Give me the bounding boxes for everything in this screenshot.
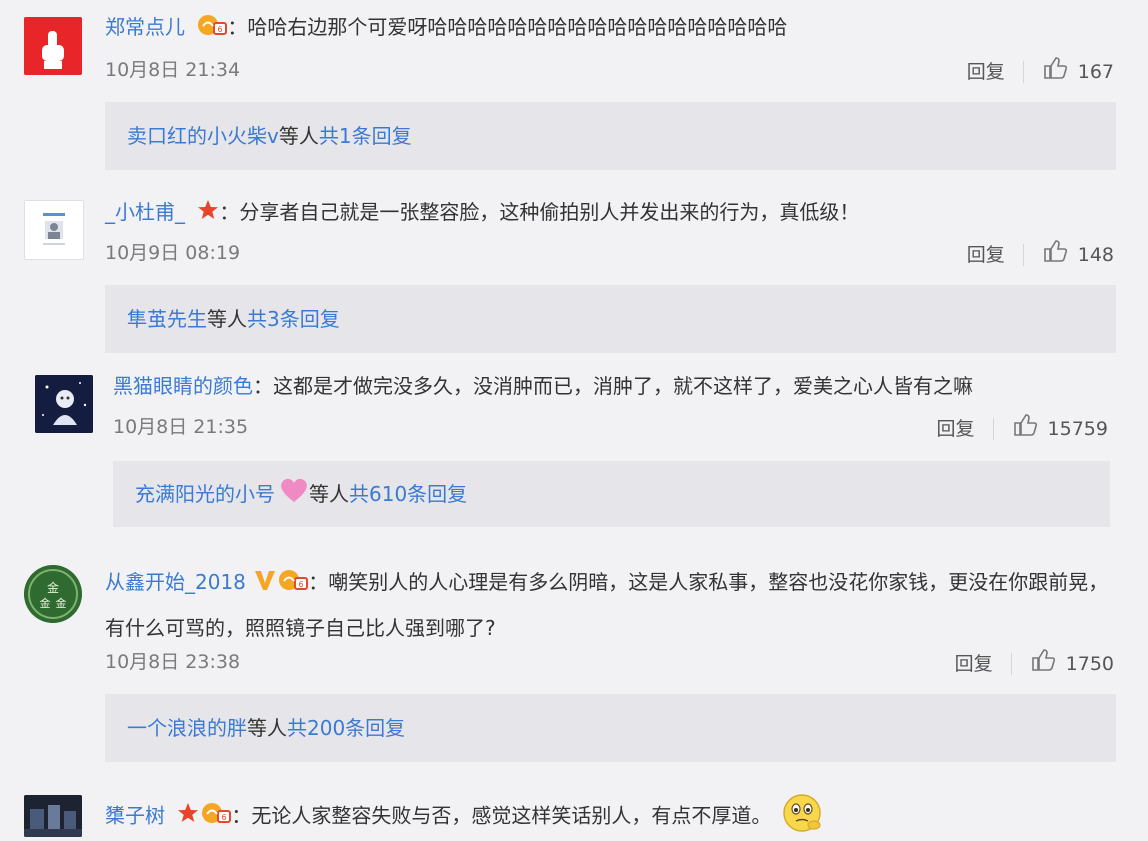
reply-others: 等人 [309, 482, 349, 506]
avatar-image [25, 201, 83, 259]
like-count: 1750 [1065, 653, 1114, 675]
timestamp: 10月8日 21:34 [105, 59, 241, 81]
divider [992, 418, 994, 440]
username[interactable]: _小杜甫_ [105, 200, 185, 224]
svg-text:6: 6 [299, 580, 304, 589]
timestamp: 10月8日 21:35 [113, 416, 249, 438]
comment-body: 郑常点儿 6 ：哈哈右边那个可爱呀哈哈哈哈哈哈哈哈哈哈哈哈哈哈哈哈哈哈 [105, 12, 787, 44]
reply-others: 等人 [278, 124, 319, 148]
thinking-face-emoji-icon [782, 793, 826, 841]
username[interactable]: 橥子树 [105, 804, 165, 828]
reply-count-link[interactable]: 共1条回复 [319, 121, 412, 151]
reply-user[interactable]: 卖口红的小火柴v [127, 121, 279, 151]
separator: ： [231, 803, 252, 828]
like-icon[interactable] [1042, 239, 1068, 271]
comment-body: 黑猫眼睛的颜色：这都是才做完没多久，没消肿而已，消肿了，就不这样了，爱美之心人皆… [113, 371, 973, 401]
comment-actions: 回复 148 [967, 239, 1114, 271]
divider [1022, 244, 1024, 266]
like-icon[interactable] [1042, 56, 1068, 88]
separator: ： [227, 15, 248, 39]
username[interactable]: 郑常点儿 [105, 15, 185, 39]
reply-count-link[interactable]: 共200条回复 [287, 713, 405, 743]
star-icon [197, 199, 219, 229]
like-icon[interactable] [1030, 648, 1056, 680]
comment-text: 分享者自己就是一张整容脸，这种偷拍别人并发出来的行为，真低级！ [239, 200, 860, 224]
reply-count-link[interactable]: 共610条回复 [349, 479, 467, 509]
comment-actions: 回复 167 [967, 56, 1114, 88]
comment-body: 从鑫开始_2018 6 ：嘲笑别人的人心理是有多么阴暗，这是人家私事，整容也没花… [105, 560, 1115, 650]
username[interactable]: 黑猫眼睛的颜色 [113, 374, 253, 398]
verified-v-icon [254, 562, 276, 606]
like-count: 167 [1077, 61, 1114, 83]
reply-thread[interactable]: 卖口红的小火柴v 等人 共1条回复 [105, 102, 1116, 170]
comment-actions: 回复 1750 [955, 648, 1114, 680]
avatar-image [35, 375, 93, 433]
comment-body: _小杜甫_ ：分享者自己就是一张整容脸，这种偷拍别人并发出来的行为，真低级！ [105, 197, 859, 229]
comment-body: 橥子树 6 ：无论人家整容失败与否，感觉这样笑话别人，有点不厚道。 [105, 793, 826, 841]
svg-text:金: 金 [47, 580, 59, 595]
comment-actions: 回复 15759 [937, 413, 1108, 445]
fan-badge-icon: 6 [201, 802, 232, 832]
reply-others: 等人 [207, 307, 247, 331]
svg-text:6: 6 [218, 25, 223, 34]
fan-badge-icon: 6 [278, 562, 309, 606]
reply-thread[interactable]: 一个浪浪的胖 等人 共200条回复 [105, 694, 1116, 762]
separator: ： [308, 570, 329, 594]
reply-user[interactable]: 隼茧先生 [127, 304, 207, 334]
comment-text: 无论人家整容失败与否，感觉这样笑话别人，有点不厚道。 [251, 803, 772, 828]
fan-badge-icon: 6 [197, 14, 228, 44]
username[interactable]: 从鑫开始_2018 [105, 570, 246, 594]
like-icon[interactable] [1012, 413, 1038, 445]
reply-button[interactable]: 回复 [967, 241, 1005, 269]
avatar-image [24, 17, 82, 75]
svg-text:金: 金 [56, 596, 67, 610]
like-count: 15759 [1047, 418, 1108, 440]
reply-user[interactable]: 一个浪浪的胖 [127, 713, 247, 743]
reply-thread[interactable]: 隼茧先生 等人 共3条回复 [105, 285, 1116, 353]
reply-button[interactable]: 回复 [967, 58, 1005, 86]
reply-user[interactable]: 充满阳光的小号 [135, 479, 275, 509]
reply-count-link[interactable]: 共3条回复 [247, 304, 340, 334]
svg-text:金: 金 [40, 596, 51, 610]
heart-icon [279, 477, 309, 511]
reply-button[interactable]: 回复 [937, 415, 975, 443]
timestamp: 10月9日 08:19 [105, 242, 241, 264]
reply-others: 等人 [247, 716, 287, 740]
avatar[interactable] [24, 795, 82, 837]
star-icon [177, 802, 199, 832]
separator: ： [219, 200, 240, 224]
reply-thread[interactable]: 充满阳光的小号 等人 共610条回复 [113, 461, 1110, 527]
comment-text: 这都是才做完没多久，没消肿而已，消肿了，就不这样了，爱美之心人皆有之嘛 [273, 374, 973, 398]
avatar-image [24, 795, 82, 837]
avatar[interactable] [24, 200, 84, 260]
comment-text: 哈哈右边那个可爱呀哈哈哈哈哈哈哈哈哈哈哈哈哈哈哈哈哈哈 [247, 15, 788, 39]
avatar[interactable] [35, 375, 93, 433]
avatar[interactable]: 金 金 金 [24, 565, 82, 623]
like-count: 148 [1077, 244, 1114, 266]
avatar-image: 金 金 金 [24, 565, 82, 623]
divider [1010, 653, 1012, 675]
divider [1022, 61, 1024, 83]
avatar[interactable] [24, 17, 82, 75]
reply-button[interactable]: 回复 [955, 650, 993, 678]
separator: ： [253, 374, 273, 398]
timestamp: 10月8日 23:38 [105, 651, 241, 673]
svg-text:6: 6 [222, 813, 227, 822]
